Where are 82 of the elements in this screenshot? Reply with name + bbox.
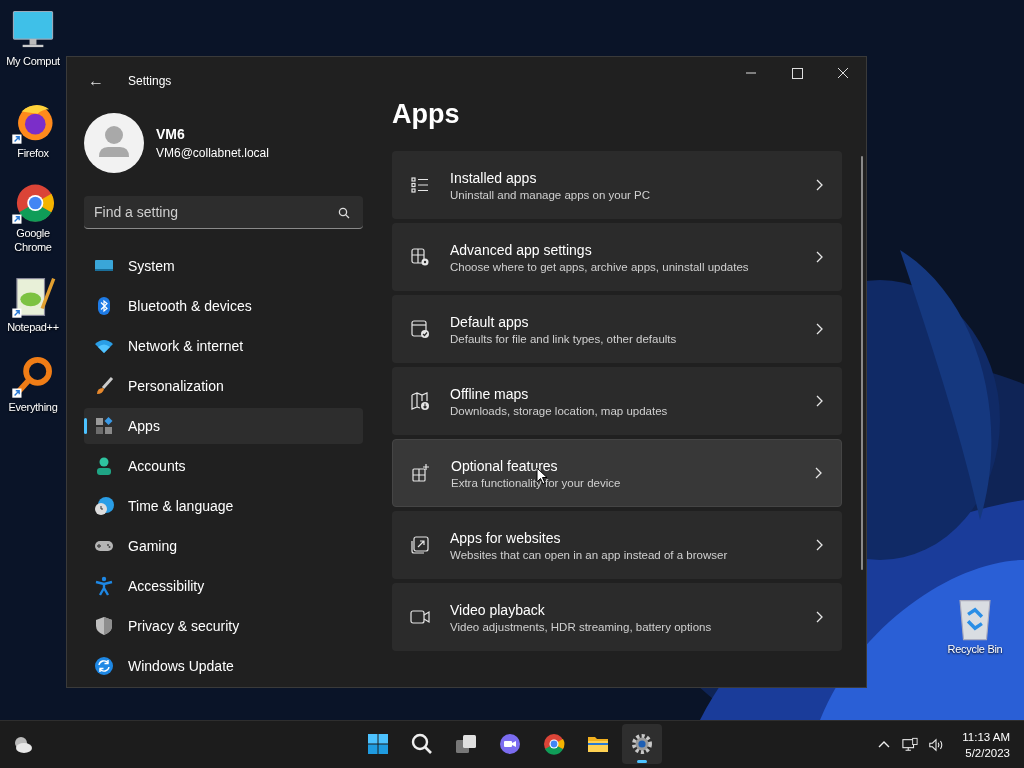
sidebar-item[interactable]: Accounts: [84, 448, 363, 484]
grid-plus-icon: [411, 463, 431, 483]
icon-label: Everything: [8, 400, 58, 414]
clock-time: 11:13 AM: [962, 729, 1010, 745]
card-title: Optional features: [451, 457, 559, 474]
card-description: Defaults for file and link types, other defaults: [450, 332, 678, 345]
settings-card[interactable]: Offline maps Downloads, storage location, map updates: [392, 367, 842, 435]
sidebar-item[interactable]: Privacy & security: [84, 608, 363, 644]
gear-icon: [630, 732, 654, 756]
sidebar-item[interactable]: Bluetooth & devices: [84, 288, 363, 324]
map-download-icon: [410, 391, 430, 411]
settings-card[interactable]: Advanced app settings Choose where to get apps, archive apps, uninstall updates: [392, 223, 842, 291]
window-title: Settings: [128, 74, 172, 88]
refresh-icon: [94, 656, 114, 676]
settings-card[interactable]: Default apps Defaults for file and link types, other defaults: [392, 295, 842, 363]
paintbrush-icon: [94, 376, 114, 396]
chevron-right-icon: [813, 466, 823, 480]
sidebar-item[interactable]: Time & language: [84, 488, 363, 524]
chevron-right-icon: [814, 250, 824, 264]
settings-card[interactable]: Installed apps Uninstall and manage apps on your PC: [392, 151, 842, 219]
window-gear-icon: [410, 247, 430, 267]
card-description: Websites that can open in an app instead of a browser: [450, 548, 729, 561]
page-title: Apps: [392, 99, 461, 131]
shield-icon: [94, 616, 114, 636]
sidebar-item[interactable]: Gaming: [84, 528, 363, 564]
card-description: Downloads, storage location, map updates: [450, 404, 669, 417]
sidebar-item[interactable]: Apps: [84, 408, 363, 444]
window-check-icon: [410, 319, 430, 339]
icon-label: Firefox: [17, 146, 49, 160]
sidebar-item[interactable]: Personalization: [84, 368, 363, 404]
card-description: Choose where to get apps, archive apps, uninstall updates: [450, 260, 750, 273]
icon-label: My Comput: [6, 54, 60, 68]
settings-card[interactable]: Apps for websites Websites that can open in an app instead of a browser: [392, 511, 842, 579]
accessibility-icon: [94, 576, 114, 596]
card-title: Video playback: [450, 601, 546, 618]
card-description: Extra functionality for your device: [451, 476, 622, 489]
settings-card[interactable]: Optional features Extra functionality for your device: [392, 439, 842, 507]
search-field[interactable]: Find a setting: [84, 196, 363, 229]
video-camera-icon: [410, 607, 430, 627]
running-indicator: [637, 760, 647, 763]
video-chat-icon: [498, 732, 522, 756]
app-tiles-icon: [94, 416, 114, 436]
chevron-right-icon: [814, 610, 824, 624]
sidebar-item[interactable]: Windows Update: [84, 648, 363, 684]
clock-date: 5/2/2023: [965, 745, 1010, 761]
card-title: Advanced app settings: [450, 241, 593, 258]
clock[interactable]: 11:13 AM 5/2/2023: [962, 728, 1010, 761]
taskbar-button[interactable]: [622, 724, 662, 764]
search-icon: [410, 732, 434, 756]
card-description: Video adjustments, HDR streaming, battery options: [450, 620, 713, 633]
tricolor-ring-icon: [542, 732, 566, 756]
avatar-icon: [84, 113, 144, 173]
windows-logo-icon: [366, 732, 390, 756]
icon-label: Notepad++: [7, 320, 59, 334]
icon-label: Recycle Bin: [947, 642, 1003, 656]
person-icon: [94, 456, 114, 476]
search-icon: [338, 207, 350, 219]
chevron-right-icon: [814, 178, 824, 192]
overlapping-windows-icon: [454, 732, 478, 756]
open-window-icon: [410, 535, 430, 555]
selection-indicator: [84, 418, 87, 434]
user-name: VM6: [156, 126, 186, 142]
network-icon[interactable]: [902, 736, 919, 753]
chevron-right-icon: [814, 538, 824, 552]
card-title: Installed apps: [450, 169, 538, 186]
sidebar-item[interactable]: System: [84, 248, 363, 284]
chevron-right-icon: [814, 394, 824, 408]
sidebar-item[interactable]: Accessibility: [84, 568, 363, 604]
card-title: Default apps: [450, 313, 530, 330]
volume-icon[interactable]: [928, 736, 945, 753]
user-email: VM6@collabnet.local: [156, 146, 269, 160]
globe-clock-icon: [94, 496, 114, 516]
settings-card[interactable]: Video playback Video adjustments, HDR streaming, battery options: [392, 583, 842, 651]
sidebar-item[interactable]: Network & internet: [84, 328, 363, 364]
list-icon: [410, 175, 430, 195]
icon-label: Google Chrome: [13, 226, 53, 254]
card-title: Apps for websites: [450, 529, 562, 546]
back-button[interactable]: ←: [84, 70, 108, 92]
chevron-right-icon: [814, 322, 824, 336]
card-title: Offline maps: [450, 385, 530, 402]
scrollbar[interactable]: [861, 156, 863, 570]
card-description: Uninstall and manage apps on your PC: [450, 188, 652, 201]
